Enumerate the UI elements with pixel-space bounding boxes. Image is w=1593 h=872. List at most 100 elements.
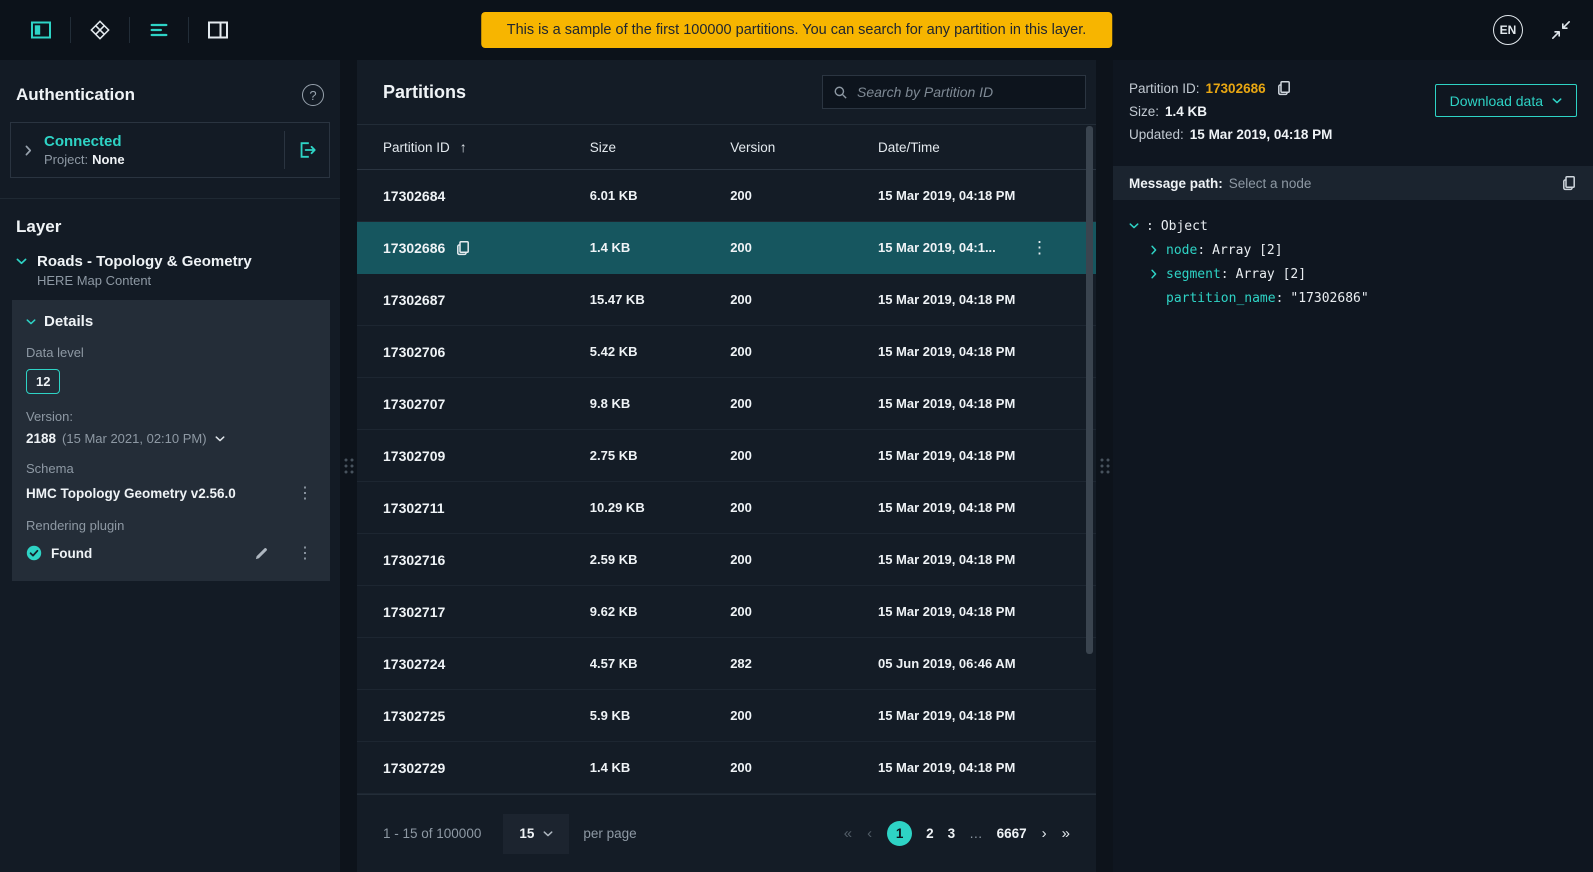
cell-size: 10.29 KB xyxy=(589,500,645,515)
table-scrollbar[interactable] xyxy=(1086,126,1093,654)
tree-chevron-icon[interactable] xyxy=(1149,247,1159,253)
toggle-right-panel-button[interactable] xyxy=(195,12,241,48)
page-button[interactable]: 1 xyxy=(887,821,913,846)
cell-datetime: 15 Mar 2019, 04:18 PM xyxy=(877,188,1016,203)
cell-version: 200 xyxy=(730,396,752,411)
resize-handle-right[interactable] xyxy=(1096,60,1113,872)
table-row[interactable]: 17302725 5.9 KB 200 15 Mar 2019, 04:18 P… xyxy=(357,690,1096,742)
search-box[interactable] xyxy=(822,75,1086,109)
page-button[interactable]: 6667 xyxy=(997,826,1027,841)
partition-search-input[interactable] xyxy=(857,84,1075,100)
sign-out-icon[interactable] xyxy=(284,131,317,169)
copy-icon[interactable] xyxy=(1276,80,1292,96)
cell-size: 2.59 KB xyxy=(589,552,638,567)
toggle-left-panel-button[interactable] xyxy=(18,12,64,48)
table-row[interactable]: 17302724 4.57 KB 282 05 Jun 2019, 06:46 … xyxy=(357,638,1096,690)
collapse-button[interactable] xyxy=(1547,20,1575,40)
cell-partition-id: 17302729 xyxy=(383,759,446,776)
cell-partition-id: 17302717 xyxy=(383,603,446,620)
version-label: Version: xyxy=(26,409,73,424)
page-button[interactable]: … xyxy=(969,826,983,841)
topbar-right: EN xyxy=(1493,15,1575,45)
edit-icon[interactable] xyxy=(254,546,269,561)
page-button[interactable]: 2 xyxy=(926,826,934,841)
tree-chevron-icon[interactable] xyxy=(1149,271,1159,277)
layer-item[interactable]: Roads - Topology & Geometry HERE Map Con… xyxy=(0,237,340,300)
tree-node[interactable]: node: Array [2] xyxy=(1129,238,1577,262)
table-row[interactable]: 17302716 2.59 KB 200 15 Mar 2019, 04:18 … xyxy=(357,534,1096,586)
rendering-plugin-label: Rendering plugin xyxy=(26,518,125,533)
resize-handle-left[interactable] xyxy=(340,60,357,872)
cell-version: 200 xyxy=(730,344,752,359)
version-selector[interactable]: 2188 (15 Mar 2021, 02:10 PM) xyxy=(26,431,316,446)
download-data-button[interactable]: Download data xyxy=(1434,84,1577,117)
cell-datetime: 05 Jun 2019, 06:46 AM xyxy=(877,656,1016,671)
table-row[interactable]: 17302707 9.8 KB 200 15 Mar 2019, 04:18 P… xyxy=(357,378,1096,430)
cell-partition-id: 17302716 xyxy=(383,551,446,568)
cell-version: 200 xyxy=(730,240,752,255)
schema-menu-icon[interactable]: ⋮ xyxy=(294,483,316,503)
tree-node[interactable]: segment: Array [2] xyxy=(1129,262,1577,286)
cell-version: 200 xyxy=(730,448,752,463)
table-row[interactable]: 17302686 1.4 KB 200 15 Mar 2019, 04:1...… xyxy=(357,222,1096,274)
cell-datetime: 15 Mar 2019, 04:18 PM xyxy=(877,344,1016,359)
copy-icon[interactable] xyxy=(1561,175,1577,191)
row-menu-icon[interactable]: ⋮ xyxy=(1031,238,1048,258)
page-button[interactable]: 3 xyxy=(948,826,956,841)
tree-chevron-icon[interactable] xyxy=(1129,223,1139,229)
map-tiles-button[interactable] xyxy=(77,12,123,48)
language-button[interactable]: EN xyxy=(1493,15,1523,45)
cell-partition-id: 17302709 xyxy=(383,447,446,464)
tree-key: segment xyxy=(1166,266,1221,282)
project-line: Project: None xyxy=(44,152,125,167)
divider xyxy=(70,17,71,43)
layer-details-card: Details Data level 12 Version: 2188 (15 … xyxy=(12,300,330,581)
column-partition-id[interactable]: Partition ID ↑ xyxy=(357,139,590,155)
cell-datetime: 15 Mar 2019, 04:18 PM xyxy=(877,292,1016,307)
cell-size: 6.01 KB xyxy=(589,188,638,203)
cell-partition-id: 17302686 xyxy=(383,239,446,256)
tree-node[interactable]: partition_name: "17302686" xyxy=(1129,286,1577,310)
column-size[interactable]: Size xyxy=(590,140,730,155)
tree-node-text: segment: Array [2] xyxy=(1166,267,1306,282)
table-row[interactable]: 17302729 1.4 KB 200 15 Mar 2019, 04:18 P… xyxy=(357,742,1096,794)
plugin-menu-icon[interactable]: ⋮ xyxy=(294,543,316,563)
table-row[interactable]: 17302717 9.62 KB 200 15 Mar 2019, 04:18 … xyxy=(357,586,1096,638)
copy-icon[interactable] xyxy=(455,240,471,256)
tree-node-text: : Object xyxy=(1146,219,1208,234)
updated-line: Updated: 15 Mar 2019, 04:18 PM xyxy=(1129,127,1577,142)
table-row[interactable]: 17302709 2.75 KB 200 15 Mar 2019, 04:18 … xyxy=(357,430,1096,482)
column-datetime[interactable]: Date/Time xyxy=(878,140,1096,155)
rendering-plugin-line: Found ⋮ xyxy=(26,543,316,563)
next-page-button[interactable]: › xyxy=(1042,825,1047,842)
prev-page-button[interactable]: ‹ xyxy=(867,825,872,842)
data-level-badge: 12 xyxy=(26,369,61,394)
chevron-down-icon[interactable] xyxy=(16,258,27,288)
connection-card[interactable]: Connected Project: None xyxy=(10,122,330,178)
cell-version: 200 xyxy=(730,604,752,619)
cell-version: 282 xyxy=(730,656,752,671)
table-header: Partition ID ↑ Size Version Date/Time xyxy=(357,124,1096,170)
cell-partition-id: 17302684 xyxy=(383,187,446,204)
partition-id-value: 17302686 xyxy=(1205,80,1266,96)
first-page-button[interactable]: « xyxy=(844,825,852,842)
table-row[interactable]: 17302687 15.47 KB 200 15 Mar 2019, 04:18… xyxy=(357,274,1096,326)
list-view-button[interactable] xyxy=(136,12,182,48)
panel-left-icon xyxy=(30,19,52,41)
last-page-button[interactable]: » xyxy=(1062,825,1070,842)
table-row[interactable]: 17302706 5.42 KB 200 15 Mar 2019, 04:18 … xyxy=(357,326,1096,378)
authentication-title: Authentication xyxy=(16,85,135,104)
table-row[interactable]: 17302684 6.01 KB 200 15 Mar 2019, 04:18 … xyxy=(357,170,1096,222)
cell-version: 200 xyxy=(730,188,752,203)
page-size-select[interactable]: 15 xyxy=(503,813,570,854)
table-row[interactable]: 17302711 10.29 KB 200 15 Mar 2019, 04:18… xyxy=(357,482,1096,534)
cell-size: 5.42 KB xyxy=(589,344,638,359)
cell-size: 1.4 KB xyxy=(589,240,631,255)
tree-node[interactable]: : Object xyxy=(1129,214,1577,238)
details-toggle[interactable]: Details xyxy=(26,313,316,330)
column-version[interactable]: Version xyxy=(730,140,878,155)
help-icon[interactable]: ? xyxy=(302,84,324,106)
inspector-summary: Partition ID: 17302686 Size: 1.4 KB Upda… xyxy=(1113,60,1593,166)
cell-datetime: 15 Mar 2019, 04:18 PM xyxy=(877,708,1016,723)
per-page-label: per page xyxy=(583,826,637,841)
